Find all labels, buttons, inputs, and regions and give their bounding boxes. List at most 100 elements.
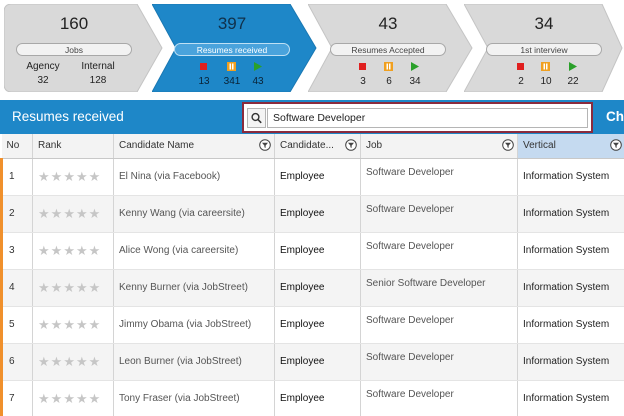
- search-button[interactable]: [247, 108, 266, 128]
- table-row[interactable]: 5 ★ ★ ★ ★ ★ Jimmy Obama (via JobStreet) Empl…: [0, 306, 624, 344]
- stage-count: 397: [217, 14, 247, 33]
- candidate-name[interactable]: Leon Burner (via JobStreet): [113, 343, 275, 381]
- candidate-name[interactable]: Alice Wong (via careersite): [113, 232, 275, 270]
- star-icon[interactable]: ★: [89, 281, 101, 294]
- star-icon[interactable]: ★: [51, 244, 63, 257]
- stage-label: Jobs: [16, 43, 132, 56]
- rank-stars[interactable]: ★ ★ ★ ★ ★: [32, 269, 114, 307]
- paused-count[interactable]: 10: [534, 76, 558, 87]
- filter-icon[interactable]: [502, 139, 514, 151]
- next-section-title[interactable]: Ch: [606, 109, 624, 124]
- search-input[interactable]: [267, 108, 588, 128]
- star-icon[interactable]: ★: [89, 392, 101, 405]
- internal-count[interactable]: 128: [74, 75, 122, 86]
- play-icon: [254, 62, 262, 71]
- table-row[interactable]: 6 ★ ★ ★ ★ ★ Leon Burner (via JobStreet) Empl…: [0, 343, 624, 381]
- table-row[interactable]: 7 ★ ★ ★ ★ ★ Tony Fraser (via JobStreet) Empl…: [0, 380, 624, 416]
- star-icon[interactable]: ★: [63, 244, 75, 257]
- job-title: Software Developer: [360, 195, 518, 233]
- star-icon[interactable]: ★: [38, 392, 50, 405]
- star-icon[interactable]: ★: [51, 355, 63, 368]
- star-icon[interactable]: ★: [38, 244, 50, 257]
- star-icon[interactable]: ★: [63, 281, 75, 294]
- star-icon[interactable]: ★: [76, 355, 88, 368]
- filter-icon[interactable]: [610, 139, 622, 151]
- star-icon[interactable]: ★: [51, 392, 63, 405]
- paused-count[interactable]: 6: [377, 76, 401, 87]
- candidate-name[interactable]: Jimmy Obama (via JobStreet): [113, 306, 275, 344]
- candidate-name[interactable]: Tony Fraser (via JobStreet): [113, 380, 275, 416]
- column-vertical[interactable]: Vertical: [517, 134, 624, 159]
- agency-count[interactable]: 32: [22, 75, 64, 86]
- rank-stars[interactable]: ★ ★ ★ ★ ★: [32, 380, 114, 416]
- resumes-grid: No Rank Candidate Name Candidate... Job …: [0, 134, 624, 416]
- stop-icon: [200, 63, 207, 70]
- active-count[interactable]: 34: [403, 76, 427, 87]
- star-icon[interactable]: ★: [63, 355, 75, 368]
- table-row[interactable]: 2 ★ ★ ★ ★ ★ Kenny Wang (via careersite) Empl…: [0, 195, 624, 233]
- active-count[interactable]: 22: [561, 76, 585, 87]
- paused-count[interactable]: 341: [218, 76, 246, 87]
- column-job[interactable]: Job: [360, 134, 518, 159]
- stage-first-interview[interactable]: 34 1st interview 2 10 22: [464, 4, 624, 92]
- column-rank[interactable]: Rank: [32, 134, 114, 159]
- stage-jobs[interactable]: 160 Jobs Agency 32 Internal 128: [4, 4, 164, 92]
- star-icon[interactable]: ★: [76, 392, 88, 405]
- star-icon[interactable]: ★: [89, 244, 101, 257]
- table-row[interactable]: 3 ★ ★ ★ ★ ★ Alice Wong (via careersite) Empl…: [0, 232, 624, 270]
- row-number: 7: [0, 380, 33, 416]
- filter-icon[interactable]: [259, 139, 271, 151]
- star-icon[interactable]: ★: [76, 318, 88, 331]
- rank-stars[interactable]: ★ ★ ★ ★ ★: [32, 195, 114, 233]
- star-icon[interactable]: ★: [51, 318, 63, 331]
- candidate-name[interactable]: Kenny Wang (via careersite): [113, 195, 275, 233]
- column-no[interactable]: No: [1, 134, 33, 159]
- star-icon[interactable]: ★: [51, 281, 63, 294]
- column-candidate-type[interactable]: Candidate...: [274, 134, 361, 159]
- star-icon[interactable]: ★: [89, 318, 101, 331]
- star-icon[interactable]: ★: [76, 170, 88, 183]
- rank-stars[interactable]: ★ ★ ★ ★ ★: [32, 158, 114, 196]
- rank-stars[interactable]: ★ ★ ★ ★ ★: [32, 232, 114, 270]
- star-icon[interactable]: ★: [51, 170, 63, 183]
- star-icon[interactable]: ★: [76, 281, 88, 294]
- row-number: 4: [0, 269, 33, 307]
- star-icon[interactable]: ★: [89, 207, 101, 220]
- star-icon[interactable]: ★: [38, 281, 50, 294]
- play-icon: [569, 62, 577, 71]
- star-icon[interactable]: ★: [63, 207, 75, 220]
- stopped-count[interactable]: 3: [351, 76, 375, 87]
- star-icon[interactable]: ★: [51, 207, 63, 220]
- star-icon[interactable]: ★: [63, 392, 75, 405]
- table-row[interactable]: 4 ★ ★ ★ ★ ★ Kenny Burner (via JobStreet) Emp…: [0, 269, 624, 307]
- star-icon[interactable]: ★: [76, 207, 88, 220]
- stopped-count[interactable]: 13: [192, 76, 216, 87]
- star-icon[interactable]: ★: [76, 244, 88, 257]
- candidate-name[interactable]: El Nina (via Facebook): [113, 158, 275, 196]
- stopped-count[interactable]: 2: [509, 76, 533, 87]
- star-icon[interactable]: ★: [38, 355, 50, 368]
- header-row: No Rank Candidate Name Candidate... Job …: [1, 134, 624, 159]
- stage-resumes-accepted[interactable]: 43 Resumes Accepted 3 6 34: [308, 4, 474, 92]
- job-title: Software Developer: [360, 343, 518, 381]
- star-icon[interactable]: ★: [89, 355, 101, 368]
- filter-icon[interactable]: [345, 139, 357, 151]
- stage-resumes-received[interactable]: 397 Resumes received 13 341 43: [152, 4, 318, 92]
- star-icon[interactable]: ★: [38, 170, 50, 183]
- rank-stars[interactable]: ★ ★ ★ ★ ★: [32, 306, 114, 344]
- star-icon[interactable]: ★: [38, 207, 50, 220]
- candidate-type: Employee: [274, 232, 361, 270]
- star-icon[interactable]: ★: [89, 170, 101, 183]
- column-candidate-name[interactable]: Candidate Name: [113, 134, 275, 159]
- active-count[interactable]: 43: [246, 76, 270, 87]
- candidate-name[interactable]: Kenny Burner (via JobStreet): [113, 269, 275, 307]
- job-title: Software Developer: [360, 158, 518, 196]
- star-icon[interactable]: ★: [38, 318, 50, 331]
- row-number: 1: [0, 158, 33, 196]
- rank-stars[interactable]: ★ ★ ★ ★ ★: [32, 343, 114, 381]
- star-icon[interactable]: ★: [63, 318, 75, 331]
- vertical: Information System: [517, 343, 624, 381]
- table-row[interactable]: 1 ★ ★ ★ ★ ★ El Nina (via Facebook) Employee …: [0, 158, 624, 196]
- star-icon[interactable]: ★: [63, 170, 75, 183]
- pipeline: 160 Jobs Agency 32 Internal 128 397 Resu…: [0, 0, 624, 98]
